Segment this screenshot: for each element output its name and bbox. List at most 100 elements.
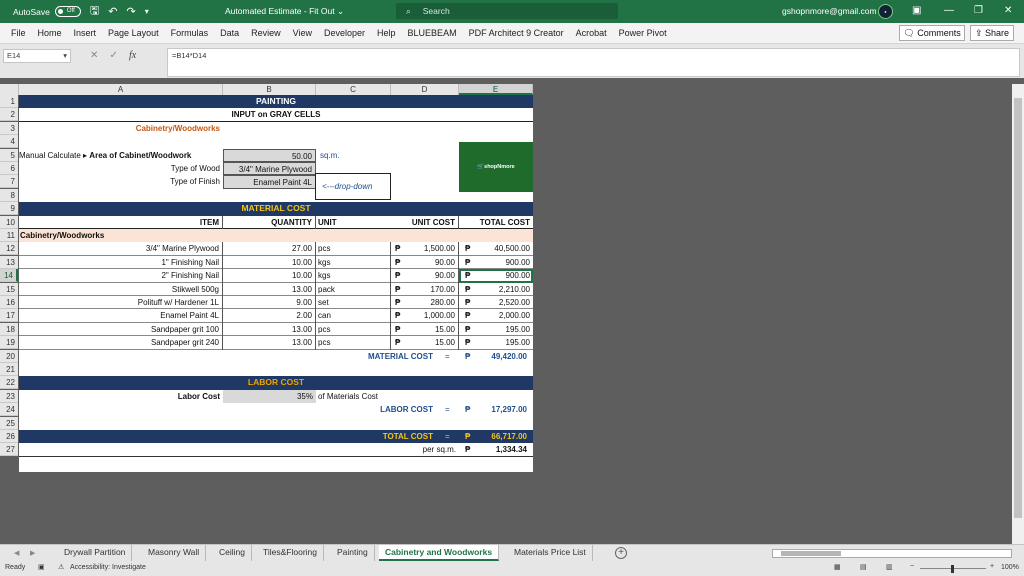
item-total-cost[interactable]: 2,000.00 — [475, 309, 533, 322]
item-unit[interactable]: pcs — [316, 336, 391, 350]
row-header[interactable]: 6 — [0, 162, 18, 175]
column-header-c[interactable]: C — [316, 84, 391, 95]
item-name[interactable]: Sandpaper grit 100 — [19, 322, 223, 337]
item-unit-cost[interactable]: 90.00 — [405, 269, 459, 283]
total-currency[interactable]: ₱ — [465, 283, 475, 296]
item-total-cost[interactable]: 900.00 — [475, 256, 533, 269]
row-header[interactable]: 27 — [0, 443, 18, 457]
unit-cost-currency[interactable]: ₱ — [395, 256, 405, 269]
total-currency[interactable]: ₱ — [465, 256, 475, 269]
redo-icon[interactable]: ↷ — [126, 5, 135, 18]
tab-drywall-partition[interactable]: Drywall Partition — [58, 545, 133, 561]
section-label[interactable]: Cabinetry/Woodworks — [19, 122, 223, 135]
item-unit[interactable]: can — [316, 309, 391, 323]
menu-developer[interactable]: Developer — [324, 28, 365, 38]
row-header[interactable]: 17 — [0, 309, 18, 323]
column-header-e[interactable]: E — [459, 84, 533, 95]
item-unit-cost[interactable]: 280.00 — [405, 296, 459, 310]
row-header[interactable]: 13 — [0, 255, 18, 269]
finish-select[interactable]: Enamel Paint 4L — [223, 175, 316, 189]
sheet-subtitle[interactable]: INPUT on GRAY CELLS — [19, 108, 533, 122]
search-box[interactable]: ⌕ Search — [396, 3, 618, 19]
formula-input[interactable]: =B14*D14 — [167, 48, 1020, 77]
labor-cost-title[interactable]: LABOR COST — [19, 376, 533, 389]
zoom-slider-thumb[interactable] — [951, 565, 954, 573]
select-all-corner[interactable] — [0, 84, 19, 95]
horizontal-scroll-thumb[interactable] — [781, 551, 841, 556]
page-break-view-icon[interactable]: ▥ — [886, 563, 893, 571]
zoom-level[interactable]: 100% — [1001, 564, 1019, 571]
menu-power-pivot[interactable]: Power Pivot — [619, 28, 667, 38]
item-quantity[interactable]: 9.00 — [223, 296, 316, 310]
row-header[interactable]: 22 — [0, 376, 18, 390]
unit-cost-currency[interactable]: ₱ — [395, 283, 405, 296]
row-header[interactable]: 10 — [0, 215, 18, 229]
item-total-cost[interactable]: 40,500.00 — [475, 242, 533, 255]
total-currency[interactable]: ₱ — [465, 242, 475, 255]
item-quantity[interactable]: 27.00 — [223, 242, 316, 256]
menu-page-layout[interactable]: Page Layout — [108, 28, 159, 38]
column-header-b[interactable]: B — [223, 84, 316, 95]
normal-view-icon[interactable]: ▦ — [834, 563, 841, 571]
menu-data[interactable]: Data — [220, 28, 239, 38]
unit-cost-currency[interactable]: ₱ — [395, 323, 405, 336]
avatar[interactable]: ● — [878, 4, 893, 19]
unit-cost-currency[interactable]: ₱ — [395, 336, 405, 349]
item-unit-cost[interactable]: 90.00 — [405, 255, 459, 270]
cancel-icon[interactable]: ✕ — [90, 50, 98, 61]
row-header[interactable]: 25 — [0, 416, 18, 430]
row-header[interactable]: 1 — [0, 95, 18, 108]
unit-cost-currency[interactable]: ₱ — [395, 309, 405, 322]
next-sheet-icon[interactable]: ▶ — [30, 549, 35, 557]
row-header[interactable]: 24 — [0, 403, 18, 417]
item-unit[interactable]: pcs — [316, 322, 391, 337]
customize-toolbar-icon[interactable]: ▾ — [145, 7, 149, 16]
vertical-scroll-thumb[interactable] — [1014, 98, 1022, 518]
row-header[interactable]: 4 — [0, 135, 18, 149]
row-header[interactable]: 16 — [0, 296, 18, 309]
menu-view[interactable]: View — [293, 28, 312, 38]
labor-pct-input[interactable]: 35% — [223, 389, 316, 404]
area-label[interactable]: Manual Calculate ▸ Area of Cabinet/Woodw… — [19, 149, 223, 162]
item-quantity[interactable]: 2.00 — [223, 309, 316, 323]
menu-home[interactable]: Home — [38, 28, 62, 38]
total-cost-value[interactable]: 66,717.00 — [475, 430, 530, 443]
item-name[interactable]: 1" Finishing Nail — [19, 255, 223, 270]
row-header[interactable]: 14 — [0, 269, 18, 283]
item-name[interactable]: Stikwell 500g — [19, 282, 223, 296]
item-quantity[interactable]: 10.00 — [223, 255, 316, 270]
tab-cabinetry-woodworks[interactable]: Cabinetry and Woodworks — [379, 545, 500, 561]
material-cost-title[interactable]: MATERIAL COST — [19, 202, 533, 215]
labor-cost-total[interactable]: 17,297.00 — [475, 403, 530, 416]
row-header[interactable]: 2 — [0, 108, 18, 122]
row-header[interactable]: 8 — [0, 188, 18, 202]
row-header[interactable]: 7 — [0, 175, 18, 189]
zoom-in-icon[interactable]: + — [990, 563, 994, 570]
item-quantity[interactable]: 13.00 — [223, 282, 316, 296]
save-icon[interactable]: 🖫 — [90, 2, 99, 21]
row-header[interactable]: 5 — [0, 148, 18, 162]
minimize-icon[interactable]: — — [944, 5, 954, 16]
column-header-d[interactable]: D — [391, 84, 459, 95]
item-unit[interactable]: pcs — [316, 242, 391, 256]
name-box[interactable]: E14 ▾ — [3, 49, 71, 63]
row-header[interactable]: 18 — [0, 322, 18, 336]
area-input[interactable]: 50.00 — [223, 148, 316, 162]
unit-cost-currency[interactable]: ₱ — [395, 269, 405, 282]
total-currency[interactable]: ₱ — [465, 309, 475, 322]
item-total-cost[interactable]: 2,210.00 — [475, 283, 533, 296]
page-layout-view-icon[interactable]: ▤ — [860, 563, 867, 571]
prev-sheet-icon[interactable]: ◀ — [14, 549, 19, 557]
item-unit-cost[interactable]: 15.00 — [405, 336, 459, 350]
horizontal-scrollbar[interactable] — [772, 549, 1012, 558]
menu-help[interactable]: Help — [377, 28, 396, 38]
share-button[interactable]: ⇪ Share — [970, 25, 1014, 41]
document-title[interactable]: Automated Estimate - Fit Out ⌄ — [225, 6, 344, 17]
tab-painting[interactable]: Painting — [331, 545, 375, 561]
accessibility-status[interactable]: Accessibility: Investigate — [70, 564, 146, 571]
item-unit[interactable]: kgs — [316, 269, 391, 283]
total-currency[interactable]: ₱ — [465, 296, 475, 309]
item-unit-cost[interactable]: 170.00 — [405, 282, 459, 296]
item-quantity[interactable]: 13.00 — [223, 322, 316, 337]
sheet-title[interactable]: PAINTING — [19, 95, 533, 108]
